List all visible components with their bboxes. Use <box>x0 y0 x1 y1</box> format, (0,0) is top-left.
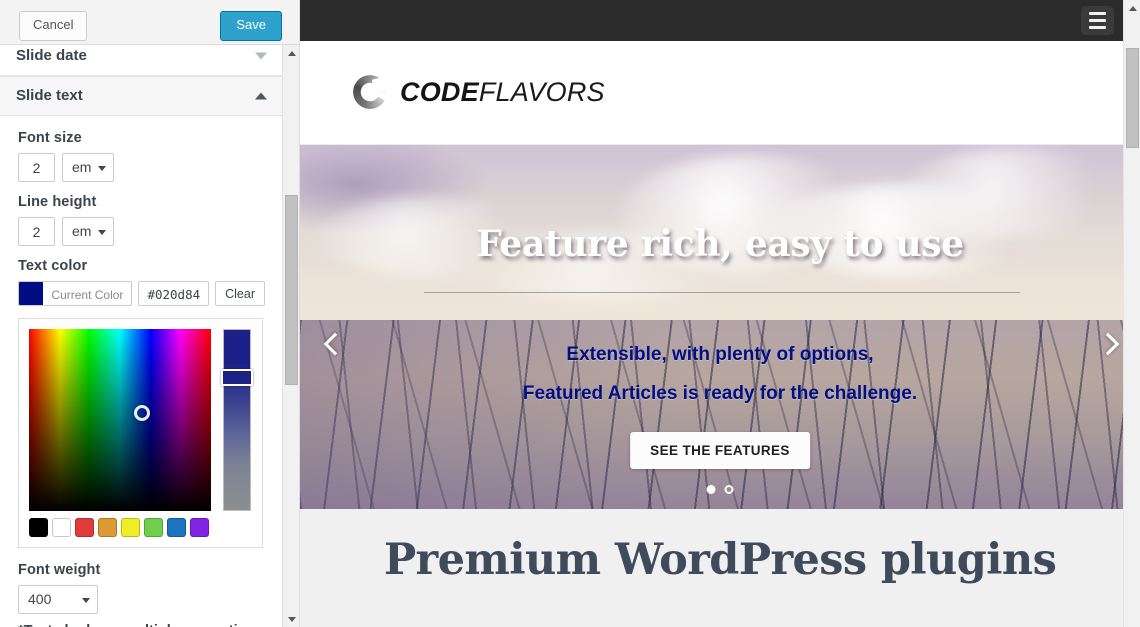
color-swatch[interactable] <box>144 518 163 537</box>
color-swatch-preview <box>19 282 44 305</box>
line-height-unit-select[interactable]: em <box>62 217 115 246</box>
color-swatch-row <box>29 518 211 537</box>
accordion-header-slide-date[interactable]: Slide date <box>0 45 283 76</box>
slide-subtitle-line-1: Extensible, with plenty of options, <box>566 344 874 365</box>
text-color-label: Text color <box>18 258 88 274</box>
font-size-unit-value: em <box>72 159 92 175</box>
site-header: CODEFLAVORS <box>300 41 1140 145</box>
color-swatch[interactable] <box>29 518 48 537</box>
color-swatch[interactable] <box>167 518 186 537</box>
slide-title: Feature rich, easy to use <box>476 223 964 265</box>
editor-toolbar: Cancel Save <box>0 0 299 45</box>
content-section: Premium WordPress plugins <box>300 509 1140 627</box>
editor-scrollbar-thumb[interactable] <box>285 195 298 385</box>
hex-color-input[interactable]: #020d84 <box>138 281 210 306</box>
hamburger-bar <box>1089 26 1106 29</box>
color-picker-left <box>29 329 211 537</box>
codeflavors-c-icon <box>353 75 387 109</box>
editor-content: Slide date Slide text Font size em <box>0 45 283 627</box>
logo-light-part: FLAVORS <box>478 76 605 107</box>
slide-subtitle-line-2: Featured Articles is ready for the chall… <box>522 383 918 404</box>
chevron-down-icon <box>98 166 107 171</box>
logo-bold-part: CODE <box>400 76 479 107</box>
font-weight-label: Font weight <box>18 562 101 578</box>
slide-divider <box>424 292 1020 293</box>
section-heading: Premium WordPress plugins <box>383 535 1057 585</box>
scroll-down-arrow-icon[interactable] <box>283 610 299 627</box>
current-color-label: Current Color <box>51 288 124 302</box>
accordion-header-slide-text[interactable]: Slide text <box>0 76 283 116</box>
current-color-button[interactable]: Current Color <box>18 281 133 306</box>
slider-dot[interactable] <box>706 485 716 494</box>
color-slider-handle[interactable] <box>221 369 253 386</box>
hamburger-bar <box>1089 12 1106 15</box>
font-weight-select[interactable]: 400 <box>18 585 98 614</box>
chevron-down-icon <box>255 52 267 60</box>
slide-text-section-body: Font size em Line height em <box>0 116 283 627</box>
font-size-label: Font size <box>18 130 82 146</box>
hero-slider: Feature rich, easy to use Extensible, wi… <box>300 145 1140 509</box>
slide-editor-panel: Cancel Save Slide date Slide text Font s… <box>0 0 300 627</box>
chevron-down-icon <box>98 230 107 235</box>
accordion-title-slide-text: Slide text <box>16 87 83 104</box>
chevron-left-icon[interactable] <box>318 331 348 361</box>
chevron-down-icon <box>82 598 90 603</box>
saturation-cursor-handle[interactable] <box>134 405 150 421</box>
line-height-input[interactable] <box>18 217 55 246</box>
color-swatch[interactable] <box>190 518 209 537</box>
color-value-slider[interactable] <box>223 329 251 511</box>
color-slider-column <box>221 329 253 537</box>
font-size-row: em <box>18 153 265 182</box>
slide-subtitle: Extensible, with plenty of options, Feat… <box>300 335 1140 413</box>
scroll-up-arrow-icon[interactable] <box>283 45 299 62</box>
browser-scrollbar-thumb[interactable] <box>1126 48 1139 148</box>
font-size-unit-select[interactable]: em <box>62 153 115 182</box>
slider-pagination-dots <box>706 485 734 494</box>
browser-scrollbar[interactable] <box>1123 0 1140 627</box>
logo-wordmark: CODEFLAVORS <box>400 77 605 108</box>
clear-color-button[interactable]: Clear <box>215 281 265 306</box>
see-the-features-button[interactable]: SEE THE FEATURES <box>630 432 810 469</box>
color-swatch[interactable] <box>75 518 94 537</box>
font-weight-value: 400 <box>28 591 52 607</box>
text-shadow-note: *Text shadow - multiple properties <box>18 623 265 627</box>
save-button[interactable]: Save <box>220 11 282 41</box>
site-logo[interactable]: CODEFLAVORS <box>353 75 605 109</box>
slider-dot[interactable] <box>724 485 734 494</box>
color-swatch[interactable] <box>121 518 140 537</box>
hamburger-bar <box>1089 19 1106 22</box>
text-color-row: Current Color #020d84 Clear <box>18 281 265 306</box>
accordion-title-slide-date: Slide date <box>16 47 87 64</box>
screen-root: Cancel Save Slide date Slide text Font s… <box>0 0 1140 627</box>
site-topbar <box>300 0 1140 41</box>
font-size-input[interactable] <box>18 153 55 182</box>
saturation-value-area[interactable] <box>29 329 211 511</box>
line-height-unit-value: em <box>72 223 92 239</box>
cancel-button[interactable]: Cancel <box>19 11 88 41</box>
site-preview: CODEFLAVORS Feature rich, easy to use Ex… <box>300 0 1140 627</box>
chevron-right-icon[interactable] <box>1094 331 1124 361</box>
chevron-up-icon <box>255 92 267 100</box>
color-picker <box>18 318 263 548</box>
line-height-row: em <box>18 217 265 246</box>
scroll-up-arrow-icon[interactable] <box>1124 0 1140 17</box>
editor-scroll-area[interactable]: Slide date Slide text Font size em <box>0 45 299 627</box>
line-height-label: Line height <box>18 194 97 210</box>
color-swatch[interactable] <box>52 518 71 537</box>
color-swatch[interactable] <box>98 518 117 537</box>
hamburger-menu-icon[interactable] <box>1081 6 1114 35</box>
editor-scrollbar[interactable] <box>282 45 299 627</box>
